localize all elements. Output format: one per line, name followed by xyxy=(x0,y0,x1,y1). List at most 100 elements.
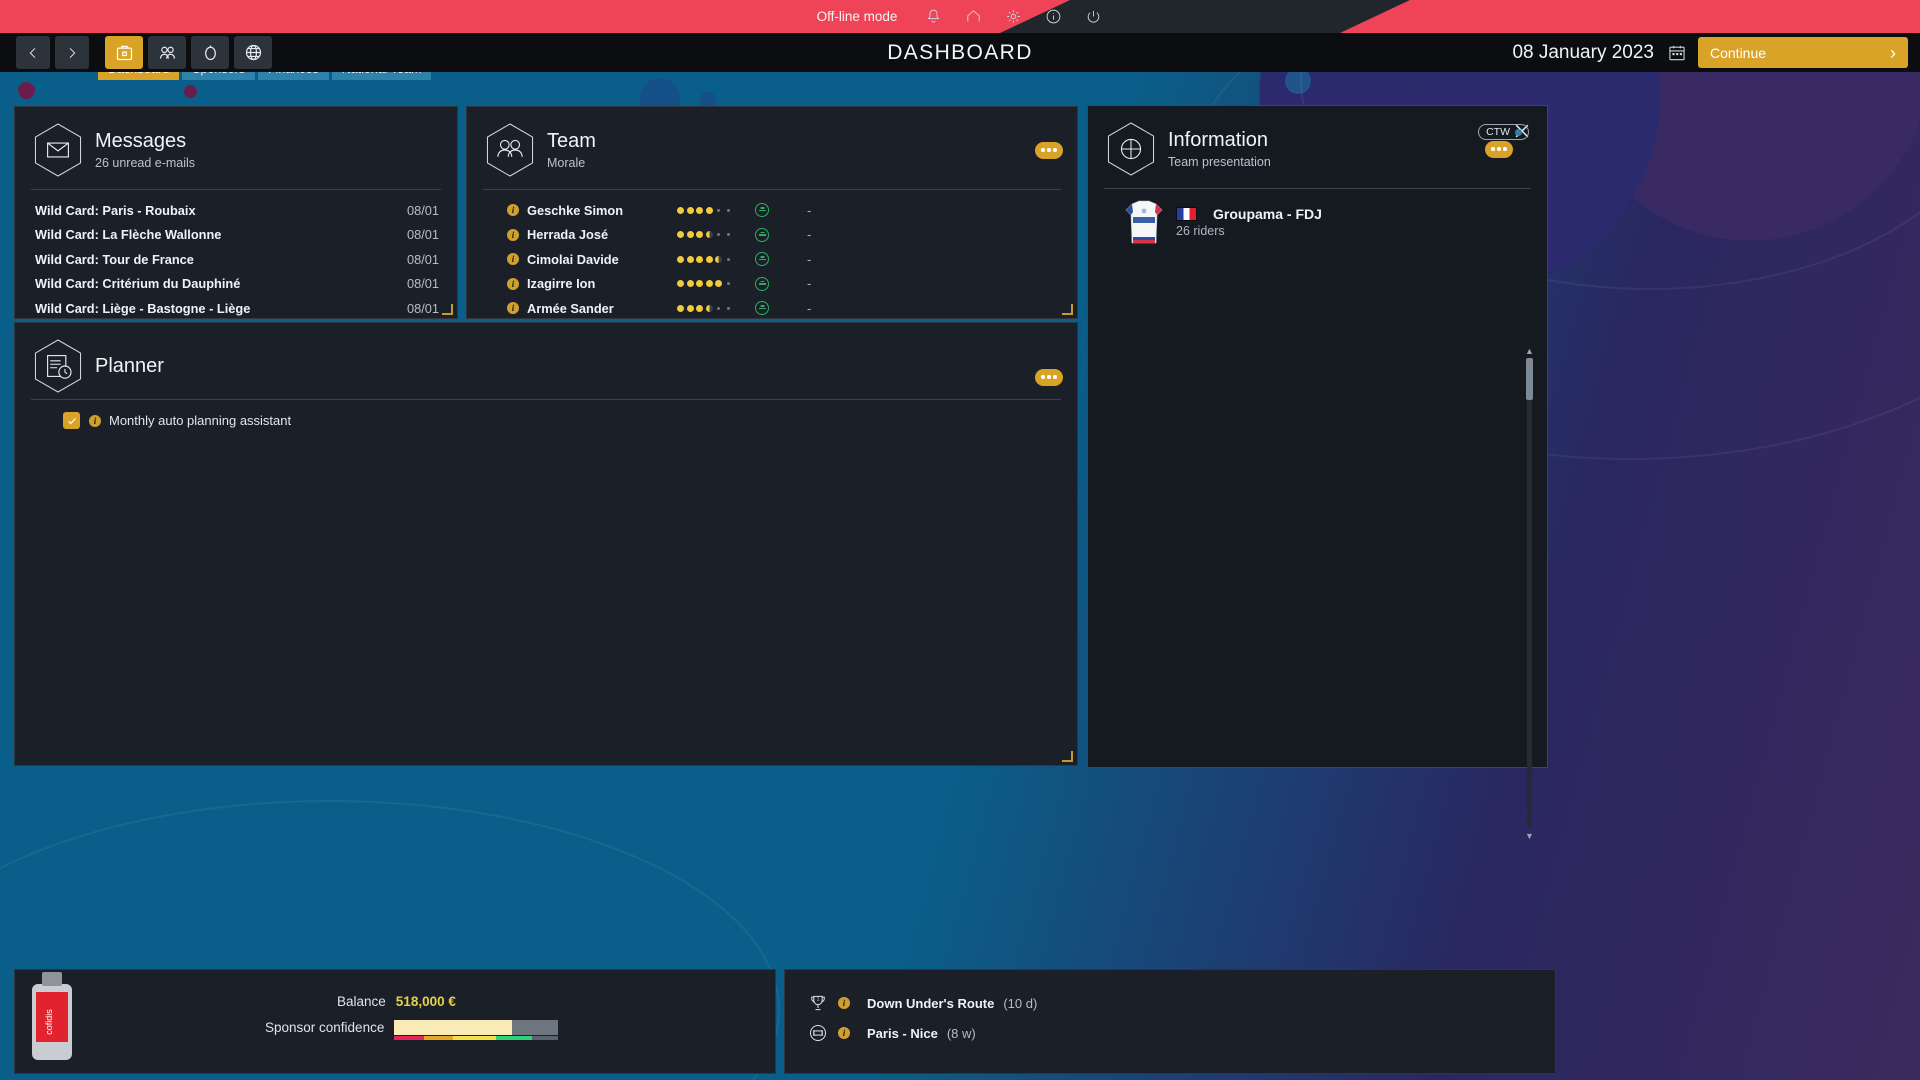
team-jersey-icon xyxy=(1125,200,1163,244)
team-row[interactable]: i Armée Sander - xyxy=(467,296,1077,321)
message-date: 08/01 xyxy=(406,300,439,316)
finance-panel: Balance 518,000 € Sponsor confidence xyxy=(14,969,776,1074)
info-icon[interactable]: i xyxy=(507,253,519,266)
message-row[interactable]: Wild Card: Tour de France 08/01 xyxy=(15,247,457,272)
date-text: 08 January 2023 xyxy=(1512,41,1654,63)
main-navbar: DASHBOARD 08 January 2023 Continue › xyxy=(0,33,1920,72)
scroll-thumb[interactable] xyxy=(1526,358,1533,400)
message-row[interactable]: Wild Card: Critérium du Dauphiné 08/01 xyxy=(15,272,457,297)
message-row[interactable]: Wild Card: Liège - Bastogne - Liège 08/01 xyxy=(15,296,457,321)
team-title: Team xyxy=(547,130,596,152)
team-row[interactable]: i Herrada José - xyxy=(467,223,1077,248)
game-date: 08 January 2023 xyxy=(1512,33,1688,72)
bell-icon[interactable] xyxy=(923,7,943,27)
message-date: 08/01 xyxy=(406,202,439,218)
planner-panel: Planner i Monthly auto planning assistan… xyxy=(14,322,1078,766)
resize-corner[interactable] xyxy=(442,304,453,315)
team-panel: Team Morale i Geschke Simon - i Herrada José… xyxy=(466,106,1078,319)
messages-subtitle: 26 unread e-mails xyxy=(95,156,196,170)
team-card: Groupama - FDJ 26 riders xyxy=(1088,189,1547,253)
rating-dots xyxy=(677,231,749,239)
continue-label: Continue xyxy=(1710,44,1767,61)
rider-count: 26 riders xyxy=(1176,224,1225,238)
mood-neutral-icon xyxy=(755,301,769,316)
info-icon[interactable]: i xyxy=(838,1027,850,1039)
message-title: Wild Card: La Flèche Wallonne xyxy=(35,227,222,243)
svg-text:cofidis: cofidis xyxy=(44,1009,54,1035)
balance-value: 518,000 € xyxy=(395,994,456,1009)
chevron-right-icon: › xyxy=(1890,42,1896,63)
info-icon[interactable]: i xyxy=(507,228,519,241)
team-member-value: - xyxy=(807,227,812,243)
messages-title: Messages xyxy=(95,130,187,152)
sponsor-label: Sponsor confidence xyxy=(265,1020,385,1035)
team-member-value: - xyxy=(807,251,812,267)
message-row[interactable]: Wild Card: Paris - Roubaix 08/01 xyxy=(15,198,457,223)
team-member-value: - xyxy=(807,202,812,218)
info-icon[interactable]: i xyxy=(507,302,519,315)
info-icon[interactable]: i xyxy=(507,204,519,217)
information-title: Information xyxy=(1168,129,1269,151)
rating-dots xyxy=(677,280,749,288)
message-row[interactable]: Wild Card: La Flèche Wallonne 08/01 xyxy=(15,223,457,248)
team-flag-fr xyxy=(1176,207,1197,221)
offline-mode-label: Off-line mode xyxy=(816,9,898,24)
target-icon xyxy=(1104,120,1158,178)
resize-corner[interactable] xyxy=(1062,751,1073,762)
message-date: 08/01 xyxy=(406,276,439,292)
events-panel: 1 i Down Under's Route (10 d) i Paris - Nice (… xyxy=(784,969,1556,1074)
team-member-name: Geschke Simon xyxy=(527,202,624,218)
svg-text:1: 1 xyxy=(817,997,820,1003)
team-member-value: - xyxy=(807,300,812,316)
system-topbar: Off-line mode xyxy=(0,0,1920,33)
home-icon[interactable] xyxy=(963,7,983,27)
info-icon[interactable]: i xyxy=(507,277,519,290)
info-icon[interactable] xyxy=(1043,7,1063,27)
message-title: Wild Card: Tour de France xyxy=(35,251,194,267)
information-subtitle: Team presentation xyxy=(1168,155,1271,169)
information-panel: Information Team presentation Groupama -… xyxy=(1087,105,1548,841)
resize-corner[interactable] xyxy=(1062,304,1073,315)
dumbbell-icon xyxy=(807,1022,829,1044)
info-icon[interactable]: i xyxy=(89,414,101,427)
scroll-up-icon[interactable]: ▲ xyxy=(1525,346,1534,356)
message-date: 08/01 xyxy=(406,251,439,267)
mood-neutral-icon xyxy=(755,203,769,218)
power-icon[interactable] xyxy=(1083,7,1103,27)
team-menu-button[interactable] xyxy=(1035,141,1063,159)
rating-dots xyxy=(677,255,749,263)
team-row[interactable]: i Izagirre Ion - xyxy=(467,272,1077,297)
event-detail: (10 d) xyxy=(1003,995,1038,1011)
team-member-name: Cimolai Davide xyxy=(527,251,619,267)
planner-menu-button[interactable] xyxy=(1035,368,1063,386)
team-row[interactable]: i Cimolai Davide - xyxy=(467,247,1077,272)
event-name: Paris - Nice xyxy=(867,1025,938,1041)
event-row[interactable]: 1 i Down Under's Route (10 d) xyxy=(807,992,1555,1014)
mood-neutral-icon xyxy=(755,276,769,291)
ctw-badge: CTW xyxy=(1478,124,1529,140)
mood-neutral-icon xyxy=(755,252,769,267)
event-name: Down Under's Route xyxy=(867,995,995,1011)
gear-icon[interactable] xyxy=(1003,7,1023,27)
message-title: Wild Card: Liège - Bastogne - Liège xyxy=(35,300,251,316)
event-row[interactable]: i Paris - Nice (8 w) xyxy=(807,1022,1555,1044)
auto-planning-checkbox[interactable] xyxy=(63,412,80,429)
planner-title: Planner xyxy=(95,354,164,377)
trophy-icon: 1 xyxy=(807,992,829,1014)
rating-dots xyxy=(677,304,749,312)
continue-button[interactable]: Continue › xyxy=(1698,37,1908,68)
sponsor-confidence-bar xyxy=(394,1020,559,1040)
team-member-name: Armée Sander xyxy=(527,300,614,316)
team-member-value: - xyxy=(807,276,812,292)
balance-label: Balance xyxy=(337,994,386,1009)
event-detail: (8 w) xyxy=(946,1025,976,1041)
calendar-icon[interactable] xyxy=(1666,42,1688,64)
info-icon[interactable]: i xyxy=(838,997,850,1009)
mood-neutral-icon xyxy=(755,227,769,242)
auto-planning-row: i Monthly auto planning assistant xyxy=(15,400,1077,429)
scroll-down-icon[interactable]: ▼ xyxy=(1525,831,1534,841)
team-member-name: Herrada José xyxy=(527,227,609,243)
information-scrollbar[interactable]: ▲ ▼ xyxy=(1525,346,1535,841)
team-name: Groupama - FDJ xyxy=(1213,206,1322,222)
team-row[interactable]: i Geschke Simon - xyxy=(467,198,1077,223)
